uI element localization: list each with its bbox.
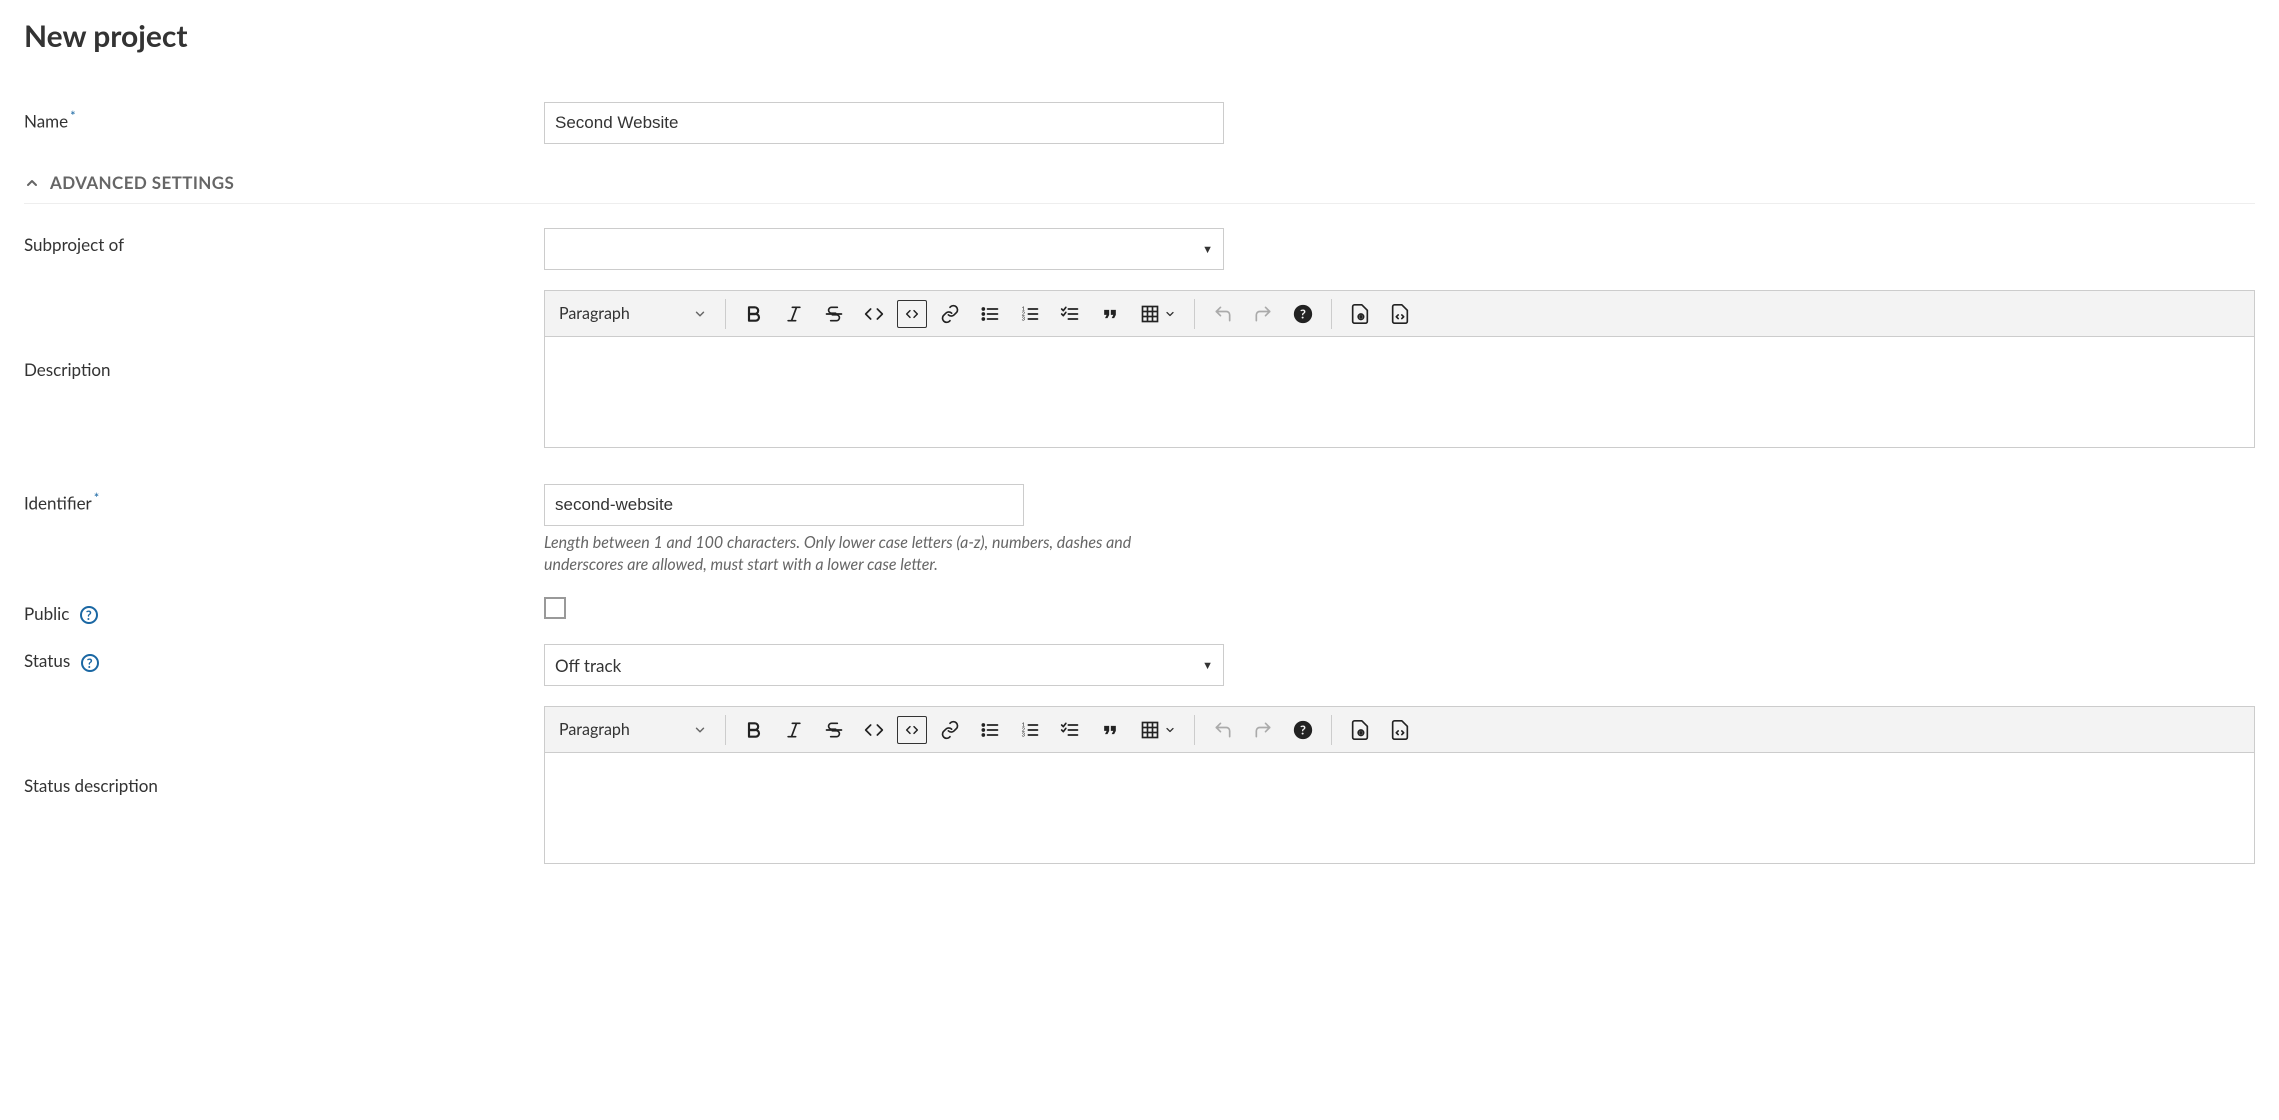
redo-button[interactable] bbox=[1246, 297, 1280, 331]
redo-button[interactable] bbox=[1246, 713, 1280, 747]
status-description-editor: Paragraph 123 bbox=[544, 706, 2255, 864]
bold-button[interactable] bbox=[737, 713, 771, 747]
status-label: Status ? bbox=[24, 644, 544, 686]
code-block-button[interactable] bbox=[897, 716, 927, 744]
public-checkbox[interactable] bbox=[544, 597, 566, 619]
code-button[interactable] bbox=[857, 297, 891, 331]
paragraph-select[interactable]: Paragraph bbox=[549, 297, 717, 331]
task-list-button[interactable] bbox=[1053, 713, 1087, 747]
code-block-button[interactable] bbox=[897, 300, 927, 328]
public-label: Public ? bbox=[24, 597, 544, 625]
identifier-label: Identifier* bbox=[24, 484, 544, 577]
svg-text:3: 3 bbox=[1022, 732, 1026, 739]
identifier-input[interactable] bbox=[544, 484, 1024, 526]
undo-button[interactable] bbox=[1206, 713, 1240, 747]
name-label: Name* bbox=[24, 102, 544, 144]
chevron-up-icon bbox=[24, 175, 40, 191]
editor-toolbar: Paragraph 123 bbox=[545, 291, 2254, 337]
paragraph-select[interactable]: Paragraph bbox=[549, 713, 717, 747]
subproject-label: Subproject of bbox=[24, 228, 544, 270]
preview-button[interactable] bbox=[1343, 713, 1377, 747]
source-button[interactable] bbox=[1383, 297, 1417, 331]
page-title: New project bbox=[24, 18, 2255, 54]
svg-text:3: 3 bbox=[1022, 315, 1026, 322]
help-button[interactable]: ? bbox=[1286, 297, 1320, 331]
name-input[interactable] bbox=[544, 102, 1224, 144]
description-label: Description bbox=[24, 359, 544, 380]
required-asterisk: * bbox=[94, 490, 100, 506]
caret-down-icon: ▼ bbox=[1202, 243, 1213, 256]
italic-button[interactable] bbox=[777, 297, 811, 331]
description-editor: Paragraph 123 bbox=[544, 290, 2255, 448]
numbered-list-button[interactable]: 123 bbox=[1013, 297, 1047, 331]
status-select[interactable]: Off track ▼ bbox=[544, 644, 1224, 686]
table-button[interactable] bbox=[1133, 713, 1183, 747]
bullet-list-button[interactable] bbox=[973, 713, 1007, 747]
help-button[interactable]: ? bbox=[1286, 713, 1320, 747]
status-description-label: Status description bbox=[24, 775, 544, 796]
blockquote-button[interactable] bbox=[1093, 713, 1127, 747]
editor-toolbar: Paragraph 123 bbox=[545, 707, 2254, 753]
italic-button[interactable] bbox=[777, 713, 811, 747]
bullet-list-button[interactable] bbox=[973, 297, 1007, 331]
chevron-down-icon bbox=[693, 723, 707, 737]
help-icon[interactable]: ? bbox=[80, 606, 98, 624]
numbered-list-button[interactable]: 123 bbox=[1013, 713, 1047, 747]
undo-button[interactable] bbox=[1206, 297, 1240, 331]
source-button[interactable] bbox=[1383, 713, 1417, 747]
description-textarea[interactable] bbox=[545, 337, 2254, 447]
link-button[interactable] bbox=[933, 713, 967, 747]
svg-text:?: ? bbox=[1300, 305, 1306, 321]
link-button[interactable] bbox=[933, 297, 967, 331]
help-icon[interactable]: ? bbox=[81, 654, 99, 672]
bold-button[interactable] bbox=[737, 297, 771, 331]
required-asterisk: * bbox=[70, 108, 76, 124]
strikethrough-button[interactable] bbox=[817, 713, 851, 747]
identifier-hint: Length between 1 and 100 characters. Onl… bbox=[544, 532, 1184, 577]
svg-text:?: ? bbox=[1300, 722, 1306, 738]
task-list-button[interactable] bbox=[1053, 297, 1087, 331]
status-description-textarea[interactable] bbox=[545, 753, 2254, 863]
subproject-select[interactable]: ▼ bbox=[544, 228, 1224, 270]
blockquote-button[interactable] bbox=[1093, 297, 1127, 331]
strikethrough-button[interactable] bbox=[817, 297, 851, 331]
table-button[interactable] bbox=[1133, 297, 1183, 331]
advanced-settings-toggle[interactable]: ADVANCED SETTINGS bbox=[24, 164, 2255, 204]
preview-button[interactable] bbox=[1343, 297, 1377, 331]
caret-down-icon: ▼ bbox=[1202, 659, 1213, 672]
code-button[interactable] bbox=[857, 713, 891, 747]
advanced-settings-label: ADVANCED SETTINGS bbox=[50, 172, 234, 193]
chevron-down-icon bbox=[693, 307, 707, 321]
